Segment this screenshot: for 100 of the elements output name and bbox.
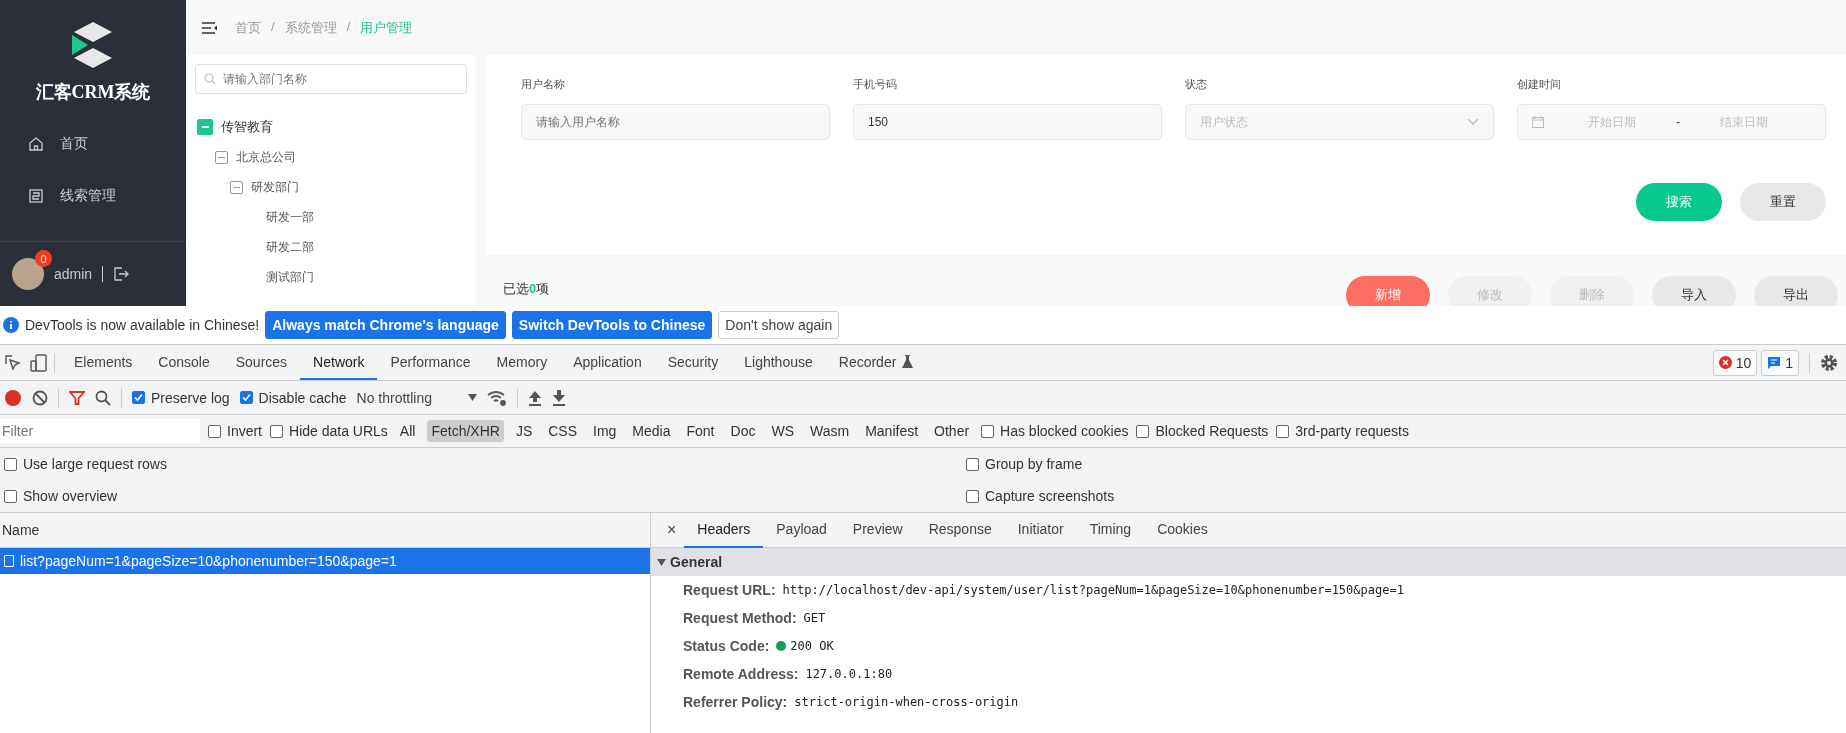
checkbox[interactable]: Invert xyxy=(208,423,262,439)
wifi-settings-icon[interactable] xyxy=(487,389,507,406)
type-filter[interactable]: CSS xyxy=(544,420,581,442)
type-filter[interactable]: Doc xyxy=(726,420,760,442)
detail-tab[interactable]: Response xyxy=(915,512,1005,548)
checkbox-box[interactable] xyxy=(1276,424,1290,438)
section-header[interactable]: General xyxy=(651,548,1846,576)
devtools-tab[interactable]: Lighthouse xyxy=(731,345,826,380)
field-label: 手机号码 xyxy=(853,77,898,92)
type-filter[interactable]: Font xyxy=(682,420,719,442)
action-button[interactable]: 导出 xyxy=(1754,276,1838,306)
header-key: Status Code: xyxy=(683,638,770,654)
logout-icon[interactable] xyxy=(113,266,130,282)
detail-tab[interactable]: Cookies xyxy=(1144,512,1221,548)
text-field[interactable]: 请输入用户名称 xyxy=(521,104,830,140)
action-button[interactable]: 导入 xyxy=(1652,276,1736,306)
checkbox-box[interactable] xyxy=(208,424,221,438)
collapse-icon[interactable] xyxy=(215,150,228,164)
type-filter[interactable]: Media xyxy=(628,420,675,442)
header-value: http://localhost/dev-api/system/user/list?pageNum=1&pageSize=10&phonenumber=150&page=1 xyxy=(782,583,1404,597)
checkbox[interactable]: Disable cache xyxy=(239,389,347,406)
checkbox[interactable]: 3rd-party requests xyxy=(1276,423,1409,439)
header-key: Request Method: xyxy=(683,610,797,626)
infobar-button[interactable]: Don't show again xyxy=(718,311,840,339)
checkbox[interactable]: Preserve log xyxy=(132,389,230,406)
devtools-tab[interactable]: Network xyxy=(300,345,378,380)
nav-item[interactable]: 首页 xyxy=(0,118,186,170)
action-button[interactable]: 重置 xyxy=(1740,183,1826,221)
list-icon xyxy=(28,188,44,204)
tree-node[interactable]: 研发二部 xyxy=(245,232,467,262)
search-icon[interactable] xyxy=(95,389,111,406)
checkbox-box[interactable] xyxy=(270,424,283,438)
checkbox[interactable]: Group by frame xyxy=(966,456,1846,472)
checkbox[interactable]: Use large request rows xyxy=(4,456,966,472)
collapse-icon[interactable] xyxy=(230,180,243,194)
checkbox[interactable]: Blocked Requests xyxy=(1136,423,1269,439)
request-row[interactable]: list?pageNum=1&pageSize=10&phonenumber=150&page=1 xyxy=(0,548,650,574)
checkbox[interactable]: Has blocked cookies xyxy=(981,423,1129,439)
close-button[interactable]: × xyxy=(659,521,685,539)
detail-tab[interactable]: Timing xyxy=(1076,512,1145,548)
detail-tab[interactable]: Preview xyxy=(839,512,916,548)
message-counter[interactable]: 1 xyxy=(1761,349,1799,376)
inspect-icon[interactable] xyxy=(4,353,22,372)
throttling-select[interactable]: No throttling xyxy=(356,389,477,406)
department-search-field[interactable]: 请输入部门名称 xyxy=(195,64,467,94)
checkbox[interactable]: Show overview xyxy=(4,488,966,504)
field-label: 状态 xyxy=(1185,77,1208,92)
detail-tab[interactable]: Initiator xyxy=(1004,512,1077,548)
checkbox-box[interactable] xyxy=(1136,424,1150,438)
type-filter[interactable]: WS xyxy=(767,420,798,442)
checkbox-box[interactable] xyxy=(966,457,979,471)
infobar-button[interactable]: Switch DevTools to Chinese xyxy=(511,311,713,339)
settings-icon[interactable] xyxy=(1820,353,1838,372)
error-counter[interactable]: 10 xyxy=(1712,349,1758,376)
devtools-tab[interactable]: Application xyxy=(560,345,655,380)
record-button[interactable] xyxy=(4,388,22,407)
tree-node[interactable]: 传智教育 xyxy=(197,112,467,142)
column-header[interactable]: Name xyxy=(2,522,40,538)
type-filter[interactable]: Fetch/XHR xyxy=(427,420,504,442)
checkbox-box[interactable] xyxy=(981,424,995,438)
text-field[interactable]: 150 xyxy=(853,104,1162,140)
tree-node[interactable]: 北京总公司 xyxy=(215,142,467,172)
type-filter[interactable]: Other xyxy=(930,420,974,442)
menu-icon[interactable] xyxy=(202,21,217,34)
infobar-button[interactable]: Always match Chrome's language xyxy=(265,311,506,339)
device-icon[interactable] xyxy=(30,353,48,372)
header-value: 200 OK xyxy=(776,639,834,653)
clear-icon[interactable] xyxy=(32,389,48,406)
tree-node[interactable]: 测试部门 xyxy=(245,262,467,292)
tree-node[interactable]: 研发一部 xyxy=(245,202,467,232)
devtools-tab[interactable]: Memory xyxy=(483,345,561,380)
checkbox[interactable]: Capture screenshots xyxy=(966,488,1846,504)
checkbox-box[interactable] xyxy=(4,489,17,503)
type-filter[interactable]: All xyxy=(395,420,420,442)
checkbox-box[interactable] xyxy=(239,391,253,404)
devtools-tab[interactable]: Elements xyxy=(61,345,146,380)
filter-field[interactable]: Filter xyxy=(0,419,200,443)
checkbox-box[interactable] xyxy=(132,391,145,404)
checkbox[interactable]: Hide data URLs xyxy=(270,423,388,439)
devtools-tab[interactable]: Sources xyxy=(222,345,301,380)
detail-tab[interactable]: Payload xyxy=(763,512,840,548)
nav-item[interactable]: 线索管理 xyxy=(0,170,186,222)
header-key: Referrer Policy: xyxy=(683,694,788,710)
type-filter[interactable]: Wasm xyxy=(806,420,854,442)
devtools-tab[interactable]: Security xyxy=(654,345,732,380)
checkbox-box[interactable] xyxy=(966,489,979,503)
breadcrumb-item: 用户管理 xyxy=(360,18,413,37)
checkbox-box[interactable] xyxy=(4,457,17,471)
devtools-tab[interactable]: Performance xyxy=(377,345,484,380)
devtools-tab[interactable]: Recorder xyxy=(825,345,927,380)
type-filter[interactable]: Img xyxy=(589,420,621,442)
download-icon[interactable] xyxy=(552,389,566,406)
type-filter[interactable]: JS xyxy=(511,420,537,442)
caret-down-icon xyxy=(657,558,666,566)
filter-icon[interactable] xyxy=(69,389,85,406)
type-filter[interactable]: Manifest xyxy=(861,420,923,442)
upload-icon[interactable] xyxy=(528,389,542,406)
tree-node[interactable]: 研发部门 xyxy=(230,172,467,202)
devtools-tab[interactable]: Console xyxy=(145,345,223,380)
header-key: Request URL: xyxy=(683,582,776,598)
